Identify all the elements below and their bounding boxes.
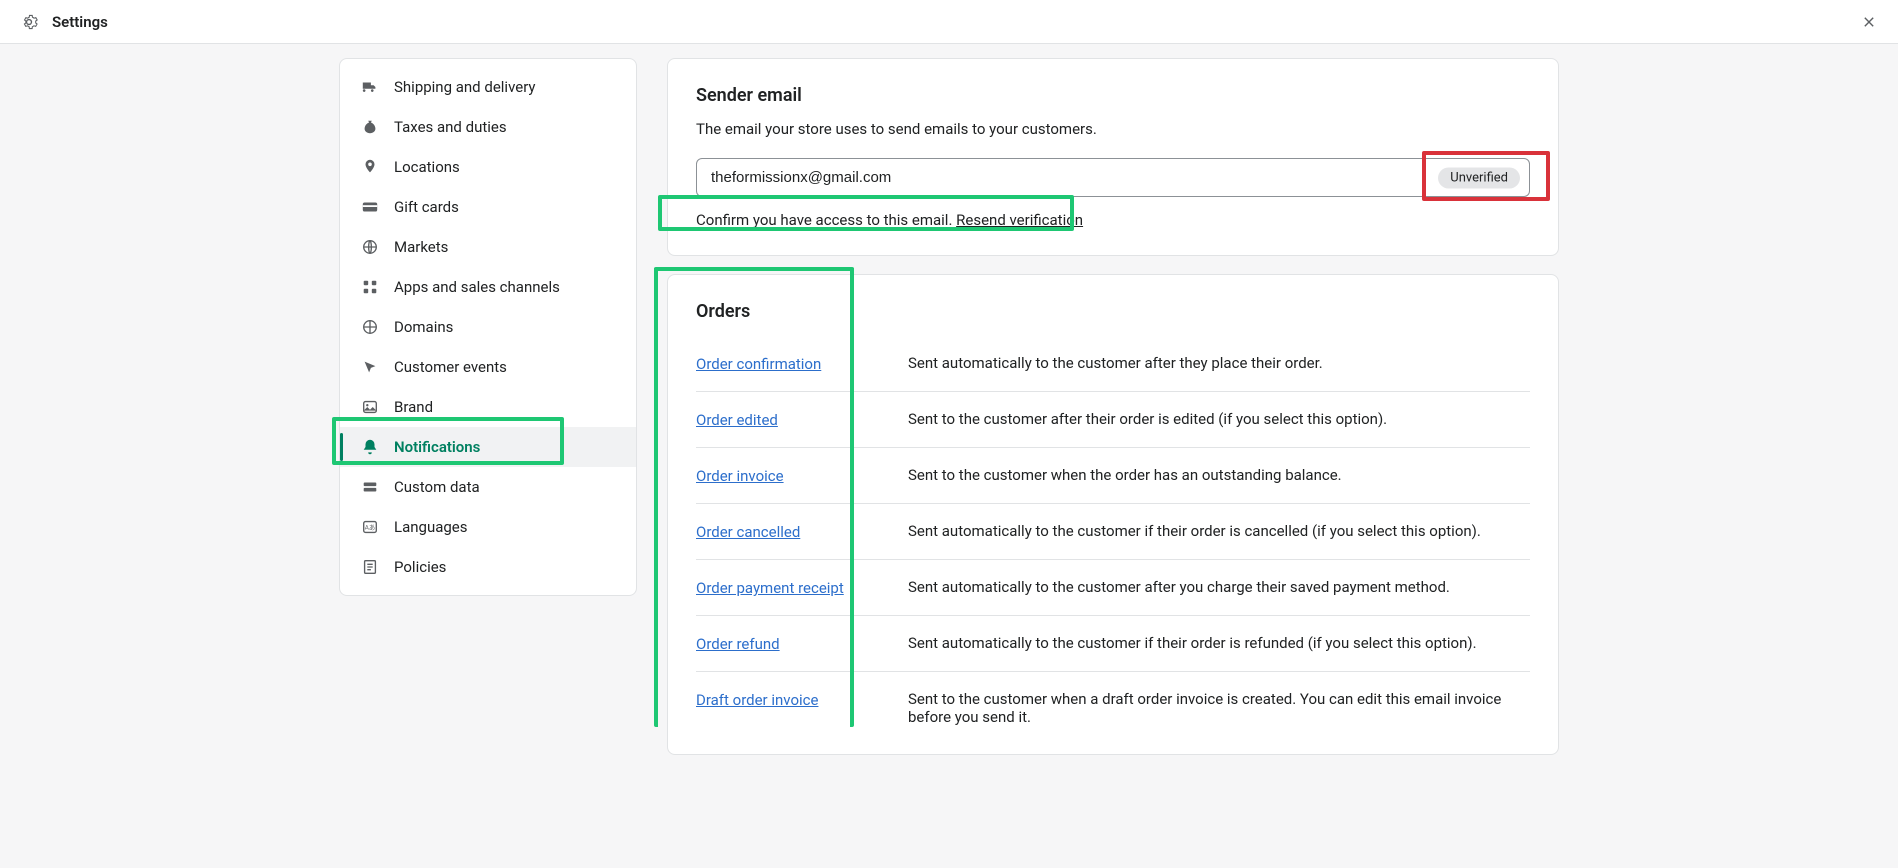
sender-email-input[interactable] [696,158,1530,197]
sidebar-item-markets[interactable]: Markets [340,227,636,267]
sidebar-item-label: Brand [394,398,433,416]
gear-icon [20,13,38,31]
orders-heading: Orders [696,301,1530,322]
sidebar-item-label: Locations [394,158,460,176]
sender-email-card: Sender email The email your store uses t… [667,58,1559,256]
orders-card: Orders Order confirmation Sent automatic… [667,274,1559,755]
sidebar-item-label: Domains [394,318,453,336]
sidebar-item-customer-events[interactable]: Customer events [340,347,636,387]
sidebar-item-label: Taxes and duties [394,118,507,136]
sidebar-item-label: Markets [394,238,448,256]
data-icon [360,477,380,497]
order-confirmation-link[interactable]: Order confirmation [696,355,821,373]
sidebar-item-languages[interactable]: Aあ Languages [340,507,636,547]
settings-sidebar: Shipping and delivery Taxes and duties L… [339,58,637,596]
cursor-icon [360,357,380,377]
order-row: Order cancelled Sent automatically to th… [696,503,1530,559]
sidebar-item-locations[interactable]: Locations [340,147,636,187]
page-title: Settings [52,13,108,31]
sidebar-item-label: Languages [394,518,468,536]
sidebar-item-custom-data[interactable]: Custom data [340,467,636,507]
sidebar-item-apps[interactable]: Apps and sales channels [340,267,636,307]
order-row: Order confirmation Sent automatically to… [696,336,1530,391]
order-description: Sent automatically to the customer after… [908,578,1450,597]
close-icon[interactable] [1860,13,1878,31]
order-description: Sent automatically to the customer if th… [908,634,1477,653]
sender-email-heading: Sender email [696,85,1530,106]
truck-icon [360,77,380,97]
order-row: Draft order invoice Sent to the customer… [696,671,1530,744]
sidebar-item-label: Apps and sales channels [394,278,560,296]
order-description: Sent to the customer when the order has … [908,466,1342,485]
topbar: Settings [0,0,1898,44]
policies-icon [360,557,380,577]
giftcard-icon [360,197,380,217]
draft-order-invoice-link[interactable]: Draft order invoice [696,691,818,709]
unverified-badge: Unverified [1438,167,1520,188]
order-description: Sent to the customer when a draft order … [908,690,1530,726]
language-icon: Aあ [360,517,380,537]
order-invoice-link[interactable]: Order invoice [696,467,784,485]
order-description: Sent automatically to the customer if th… [908,522,1481,541]
order-row: Order refund Sent automatically to the c… [696,615,1530,671]
sidebar-item-label: Gift cards [394,198,459,216]
domain-icon [360,317,380,337]
sidebar-item-domains[interactable]: Domains [340,307,636,347]
order-payment-receipt-link[interactable]: Order payment receipt [696,579,844,597]
sidebar-item-taxes[interactable]: Taxes and duties [340,107,636,147]
globe-icon [360,237,380,257]
orders-list: Order confirmation Sent automatically to… [696,336,1530,744]
order-row: Order invoice Sent to the customer when … [696,447,1530,503]
confirm-email-row: Confirm you have access to this email. R… [696,211,1530,229]
order-cancelled-link[interactable]: Order cancelled [696,523,800,541]
sidebar-item-label: Policies [394,558,446,576]
order-description: Sent to the customer after their order i… [908,410,1387,429]
apps-icon [360,277,380,297]
sidebar-item-label: Shipping and delivery [394,78,536,96]
sidebar-item-label: Notifications [394,438,480,456]
order-row: Order edited Sent to the customer after … [696,391,1530,447]
sidebar-item-label: Customer events [394,358,507,376]
sidebar-item-notifications[interactable]: Notifications [340,427,636,467]
sidebar-item-label: Custom data [394,478,480,496]
sidebar-item-shipping[interactable]: Shipping and delivery [340,67,636,107]
image-icon [360,397,380,417]
order-edited-link[interactable]: Order edited [696,411,778,429]
sidebar-item-giftcards[interactable]: Gift cards [340,187,636,227]
sender-email-description: The email your store uses to send emails… [696,120,1530,138]
moneybag-icon [360,117,380,137]
pin-icon [360,157,380,177]
sidebar-item-policies[interactable]: Policies [340,547,636,587]
sidebar-item-brand[interactable]: Brand [340,387,636,427]
order-row: Order payment receipt Sent automatically… [696,559,1530,615]
order-refund-link[interactable]: Order refund [696,635,780,653]
order-description: Sent automatically to the customer after… [908,354,1323,373]
svg-text:Aあ: Aあ [365,524,375,532]
resend-verification-link[interactable]: Resend verification [956,211,1083,229]
confirm-text: Confirm you have access to this email. [696,211,956,229]
bell-icon [360,437,380,457]
